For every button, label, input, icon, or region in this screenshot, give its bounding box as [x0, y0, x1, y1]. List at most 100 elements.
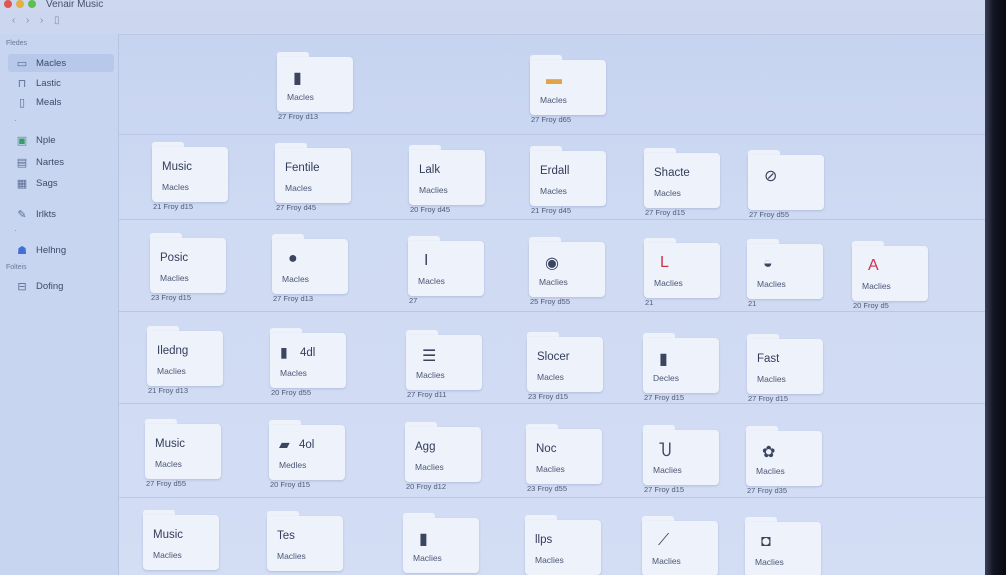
folder-glyph-icon: Ⴎ [659, 443, 672, 460]
folder-tile[interactable]: Iledng Maclies [147, 326, 223, 386]
folder-subtitle: Maclies [157, 366, 186, 376]
folder-subtitle: Macles [155, 459, 182, 469]
folder-tile[interactable]: Fentile Macles [275, 143, 351, 203]
folder-tile[interactable]: ▮ Maclies [403, 513, 479, 573]
folder-tile[interactable]: A Maclies [852, 241, 928, 301]
folder-subtitle: Macles [287, 92, 314, 102]
folder-tile[interactable]: Slocer Macles [527, 332, 603, 392]
zoom-window-button[interactable] [28, 0, 36, 8]
folder-date-label: 27 [409, 296, 418, 305]
folder-body [267, 516, 343, 571]
close-window-button[interactable] [4, 0, 12, 8]
folder-glyph-icon: ☰ [422, 348, 437, 365]
folder-tile[interactable]: ✿ Maclies [746, 426, 822, 486]
folder-tile[interactable]: ▮ 4dl Macles [270, 328, 346, 388]
sidebar-item-nple[interactable]: ▣ Nple [8, 131, 114, 149]
sidebar-item-helhng[interactable]: ☗ Helhng [8, 241, 114, 259]
sidebar-item-label: Irlkts [36, 208, 57, 220]
folder-date-label: 20 Froy d55 [271, 388, 312, 397]
sidebar-item-label: Lastic [36, 77, 61, 89]
folder-date-label: 27 Froy d11 [407, 390, 447, 399]
row-divider [119, 497, 985, 498]
folder-subtitle: Maclies [862, 281, 891, 291]
folder-subtitle: Maclies [757, 279, 786, 289]
sidebar-item-dofing[interactable]: ⊟ Dofing [8, 277, 114, 295]
folder-tile[interactable]: Noc Maclies [526, 424, 602, 484]
folder-glyph-icon: A [868, 257, 879, 274]
sidebar-section-favorites: Fledes [6, 40, 28, 47]
folder-body [642, 521, 718, 575]
minimize-window-button[interactable] [16, 0, 24, 8]
sidebar-item-label: Helhng [36, 244, 67, 256]
folder-tile[interactable]: Agg Maclies [405, 422, 481, 482]
folder-date-label: 23 Froy d15 [151, 293, 192, 302]
folder-subtitle: Maclies [419, 185, 448, 195]
folder-body [745, 522, 821, 575]
folder-tile[interactable]: ▮ Macles [277, 52, 353, 112]
folder-date-label: 21 [645, 298, 654, 307]
folder-subtitle: Maclies [160, 273, 189, 283]
sidebar-item-macles[interactable]: ▭ Macles [8, 54, 114, 72]
folder-date-label: 20 Froy d45 [410, 205, 451, 214]
folder-tile[interactable]: L Maclies [644, 238, 720, 298]
folder-date-label: 27 Froy d65 [531, 115, 572, 124]
folder-body [405, 427, 481, 482]
folder-tile[interactable]: Fast Maclies [747, 334, 823, 394]
folder-tile[interactable]: Music Maclies [143, 510, 219, 570]
folder-body [145, 424, 221, 479]
folder-tile[interactable]: ▮ Decles [643, 333, 719, 393]
folder-tile[interactable]: ☰ Maclies [406, 330, 482, 390]
folder-date-label: 27 Froy d15 [748, 394, 789, 403]
folder-tile[interactable]: Ⴎ Maclies [643, 425, 719, 485]
folder-glyph-icon: ◉ [545, 255, 559, 272]
link-icon: ⊟ [17, 280, 27, 293]
chevron-right-icon[interactable]: › [40, 15, 43, 26]
folder-tile[interactable]: I Macles [408, 236, 484, 296]
folder-subtitle: Macles [282, 274, 309, 284]
folder-subtitle: Maclies [415, 462, 444, 472]
folder-subtitle: Macles [280, 368, 307, 378]
folder-tile[interactable]: Music Macles [145, 419, 221, 479]
folder-title: Slocer [537, 351, 570, 363]
folder-tile[interactable]: ◉ Maclies [529, 237, 605, 297]
sidebar-item-sags[interactable]: ▦ Sags [8, 174, 114, 192]
folder-body [530, 60, 606, 115]
folder-tile[interactable]: Lalk Maclies [409, 145, 485, 205]
folder-body [152, 147, 228, 202]
back-icon[interactable]: ‹ [12, 15, 15, 26]
folder-date-label: 21 [748, 299, 757, 308]
sidebar-item-lastic[interactable]: ⊓ Lastic [8, 74, 114, 92]
folder-tile[interactable]: ▰ 4ol Medles [269, 420, 345, 480]
folder-title: Shacte [654, 167, 690, 179]
folder-date-label: 25 Froy d55 [530, 297, 571, 306]
folder-body [409, 150, 485, 205]
trash-icon[interactable]: ▯ [54, 15, 60, 26]
folder-tile[interactable]: Shacte Macles [644, 148, 720, 208]
folder-tile[interactable]: llps Maclies [525, 515, 601, 575]
folder-tile[interactable]: ▬ Macles [530, 55, 606, 115]
folder-tile[interactable]: ◘ Maclies [745, 517, 821, 575]
folder-tile[interactable]: ● Macles [272, 234, 348, 294]
folder-tile[interactable]: Music Macles [152, 142, 228, 202]
folder-title: Music [153, 529, 184, 541]
forward-icon[interactable]: › [26, 15, 29, 26]
folder-tile[interactable]: Posic Maclies [150, 233, 226, 293]
sidebar-item-label: Sags [36, 177, 58, 189]
folder-tile[interactable]: ⊘ [748, 150, 824, 210]
sidebar-item-nartes[interactable]: ▤ Nartes [8, 153, 114, 171]
folder-date-label: 27 Froy d15 [645, 208, 686, 217]
folder-glyph-icon: ⟋ [658, 532, 670, 549]
folder-tile[interactable]: Erdall Macles [530, 146, 606, 206]
people-icon: ☗ [17, 244, 27, 257]
folder-tile[interactable]: ⟋ Maclies [642, 516, 718, 575]
sidebar-section-folders: Folteis [6, 264, 27, 271]
folder-date-label: 23 Froy d55 [527, 484, 568, 493]
folder-title: Music [155, 438, 186, 450]
folder-glyph-icon: ▮ [280, 344, 288, 360]
folder-tile[interactable]: ◒ Maclies [747, 239, 823, 299]
sidebar-item-meals[interactable]: ▯ Meals [8, 93, 114, 111]
toolbar: ‹ › › ▯ [0, 12, 985, 35]
sidebar-item-irlkts[interactable]: ✎ Irlkts [8, 205, 114, 223]
folder-tile[interactable]: Tes Maclies [267, 511, 343, 571]
folder-subtitle: Macles [540, 95, 567, 105]
